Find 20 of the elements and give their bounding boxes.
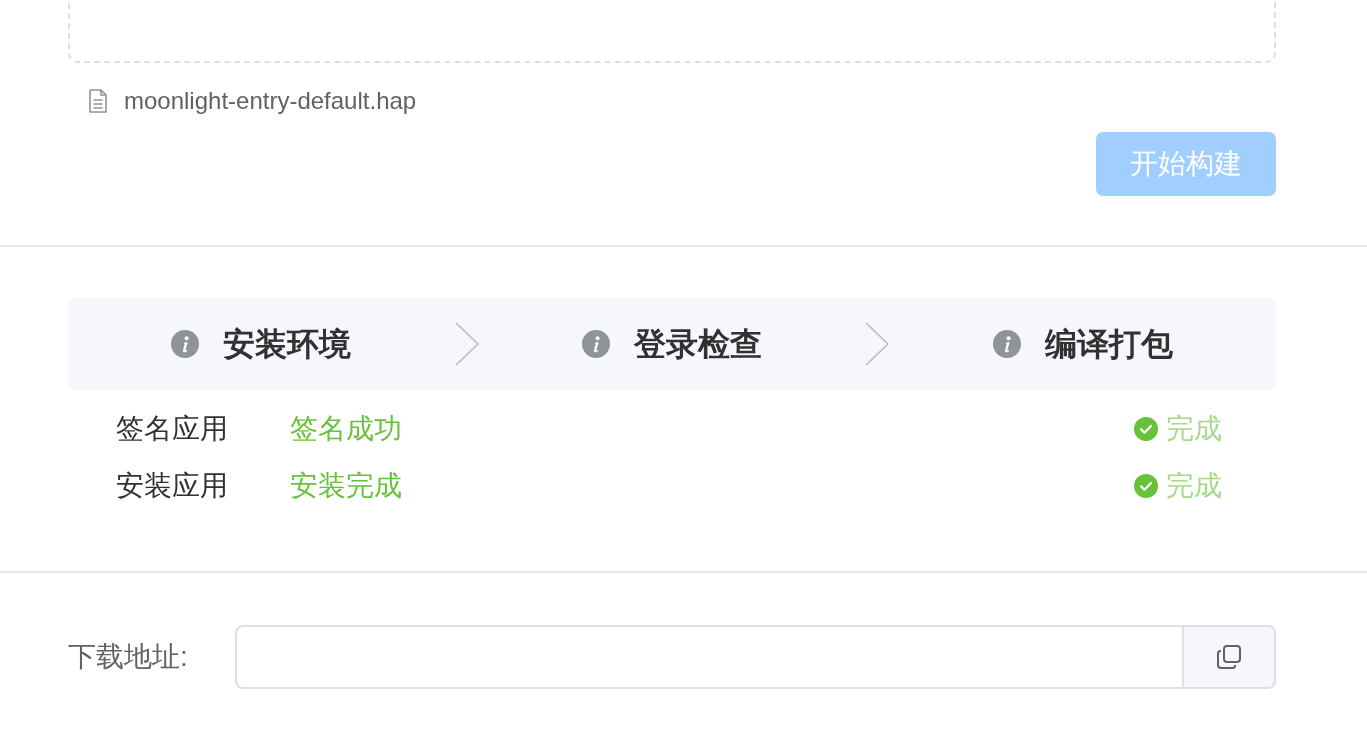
info-icon <box>171 330 200 358</box>
chevron-separator-icon <box>865 322 890 366</box>
copy-icon <box>1216 644 1242 670</box>
info-icon <box>582 330 610 358</box>
task-status: 完成 <box>1166 469 1222 503</box>
step-title[interactable]: 安装环境 <box>223 324 352 364</box>
document-icon <box>88 89 108 113</box>
copy-button[interactable] <box>1182 625 1276 689</box>
task-status: 完成 <box>1166 412 1222 446</box>
info-icon <box>992 330 1021 358</box>
task-message: 签名成功 <box>290 412 403 446</box>
task-name: 签名应用 <box>116 412 229 446</box>
file-name[interactable]: moonlight-entry-default.hap <box>124 85 417 117</box>
chevron-separator-icon <box>454 322 479 366</box>
step-title[interactable]: 登录检查 <box>634 324 762 364</box>
download-url-field[interactable] <box>235 625 1182 689</box>
download-url-label: 下载地址: <box>68 640 189 674</box>
task-name: 安装应用 <box>116 469 229 503</box>
step-title[interactable]: 编译打包 <box>1044 324 1173 364</box>
task-message: 安装完成 <box>290 469 403 503</box>
